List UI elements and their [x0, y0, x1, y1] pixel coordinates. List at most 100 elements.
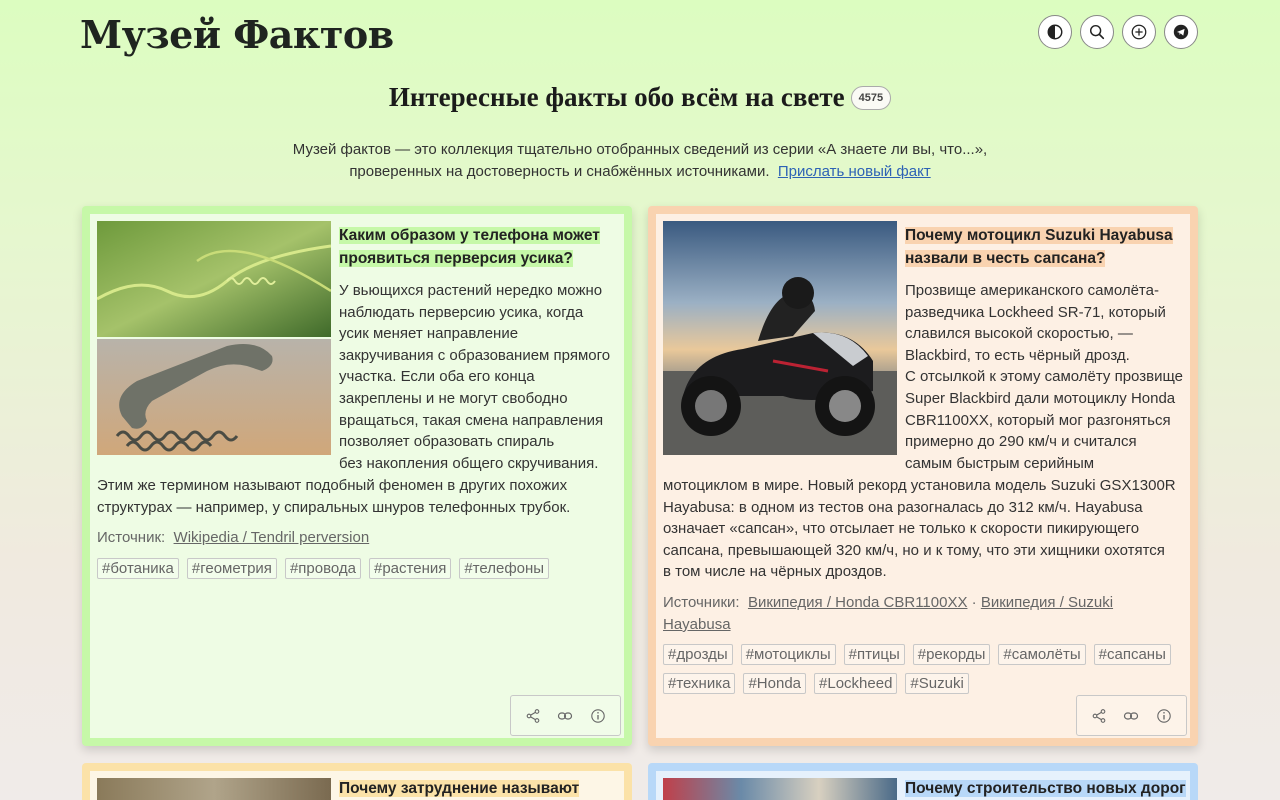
tag[interactable]: #провода: [284, 558, 361, 579]
body-line: без накопления общего скручивания.: [339, 454, 599, 472]
body-line: С отсылкой к этому самолёту прозвище: [905, 368, 1183, 386]
page-title-text: Интересные факты обо всём на свете: [388, 82, 845, 112]
fact-sources: Источник: Wikipedia / Tendril perversion: [97, 527, 369, 549]
fact-title-line-2: назвали в честь сапсана?: [905, 250, 1106, 267]
tag[interactable]: #рекорды: [912, 644, 991, 665]
fact-title[interactable]: Почему мотоцикл Suzuki Hayabusa назвали …: [905, 224, 1195, 270]
theme-toggle-button[interactable]: [1038, 15, 1072, 49]
share-button[interactable]: [1091, 708, 1107, 724]
fact-title-line-1: Почему затруднение называют: [339, 780, 580, 797]
body-line: структурах — например, у спиральных шнур…: [97, 498, 571, 516]
body-line: сапсана, превышающей 320 км/ч, но и к то…: [663, 541, 1165, 559]
body-line: позволяет образовать спираль: [339, 433, 555, 451]
fact-title-line-1: Почему строительство новых дорог: [905, 780, 1186, 797]
tag[interactable]: #дрозды: [663, 644, 733, 665]
fact-body-wrapped: У вьющихся растений нередко можно наблюд…: [339, 280, 629, 474]
search-icon: [1089, 24, 1105, 40]
fact-card: Почему затруднение называют: [82, 763, 632, 800]
tag[interactable]: #Honda: [743, 673, 807, 694]
body-line: в том числе на чёрных дроздов.: [663, 563, 887, 581]
fact-title[interactable]: Каким образом у телефона может проявитьс…: [339, 224, 629, 270]
tag[interactable]: #ботаника: [97, 558, 179, 579]
info-icon: [1157, 708, 1171, 723]
body-line: разведчика Lockheed SR-71, который: [905, 303, 1166, 321]
fact-title[interactable]: Почему строительство новых дорог: [905, 777, 1195, 800]
fact-image[interactable]: [663, 221, 897, 455]
body-line: закручивания с образованием прямого: [339, 346, 611, 364]
copy-link-button[interactable]: [557, 708, 573, 724]
fact-card-content: Почему затруднение называют: [90, 771, 624, 800]
body-line: означает «сапсан», что отсылает не тольк…: [663, 520, 1140, 538]
tag[interactable]: #телефоны: [459, 558, 550, 579]
search-button[interactable]: [1080, 15, 1114, 49]
share-icon: [1092, 708, 1106, 723]
fact-image[interactable]: [97, 221, 331, 455]
sources-label: Источники:: [663, 594, 740, 611]
site-header: Музей Фактов: [80, 10, 1200, 60]
copy-link-button[interactable]: [1123, 708, 1139, 724]
body-line: вращаться, такая смена направления: [339, 411, 604, 429]
link-icon: [1124, 711, 1139, 720]
add-fact-button[interactable]: [1122, 15, 1156, 49]
fact-body-wrapped: Прозвище американского самолёта- разведч…: [905, 280, 1195, 474]
sources-label: Источник:: [97, 529, 166, 546]
fact-card: Почему строительство новых дорог: [648, 763, 1198, 800]
tag[interactable]: #Lockheed: [814, 673, 898, 694]
tag[interactable]: #сапсаны: [1093, 644, 1171, 665]
source-link[interactable]: Википедия / Honda CBR1100XX: [748, 594, 968, 611]
source-link[interactable]: Wikipedia / Tendril perversion: [174, 529, 370, 546]
source-link[interactable]: Hayabusa: [663, 616, 731, 633]
link-icon: [558, 711, 573, 720]
fact-image[interactable]: [97, 778, 331, 800]
fact-actions: [1076, 695, 1187, 736]
body-line: Blackbird, то есть чёрный дрозд.: [905, 346, 1130, 364]
share-icon: [526, 708, 540, 723]
intro-section: Интересные факты обо всём на свете 4575 …: [0, 82, 1280, 183]
body-line: усик меняет направление: [339, 325, 519, 343]
fact-tags: #ботаника #геометрия #провода #растения …: [97, 558, 627, 579]
fact-body-full: мотоциклом в мире. Новый рекорд установи…: [663, 475, 1193, 583]
share-button[interactable]: [525, 708, 541, 724]
source-link[interactable]: Википедия / Suzuki: [981, 594, 1113, 611]
tag[interactable]: #птицы: [843, 644, 905, 665]
fact-actions: [510, 695, 621, 736]
fact-title-line-1: Каким образом у телефона может: [339, 227, 600, 244]
body-line: Super Blackbird дали мотоциклу Honda: [905, 389, 1176, 407]
tag[interactable]: #самолёты: [998, 644, 1086, 665]
fact-tags: #дрозды #мотоциклы #птицы #рекорды #само…: [663, 644, 1193, 694]
body-line: участка. Если оба его конца: [339, 368, 535, 386]
telegram-icon: [1173, 24, 1189, 40]
fact-title[interactable]: Почему затруднение называют: [339, 777, 629, 800]
info-icon: [591, 708, 605, 723]
fact-card: Почему мотоцикл Suzuki Hayabusa назвали …: [648, 206, 1198, 746]
fact-card-content: Почему мотоцикл Suzuki Hayabusa назвали …: [656, 214, 1190, 738]
intro-line-1: Музей фактов — это коллекция тщательно о…: [292, 141, 988, 158]
body-line: Прозвище американского самолёта-: [905, 282, 1159, 299]
submit-fact-link[interactable]: Прислать новый факт: [778, 163, 931, 180]
add-icon: [1131, 24, 1147, 40]
info-button[interactable]: [590, 708, 606, 724]
tag[interactable]: #растения: [369, 558, 452, 579]
body-line: Hayabusa: в одном из тестов она разогнал…: [663, 498, 1143, 516]
tag[interactable]: #Suzuki: [905, 673, 969, 694]
fact-title-line-1: Почему мотоцикл Suzuki Hayabusa: [905, 227, 1173, 244]
fact-image[interactable]: [663, 778, 897, 800]
body-line: наблюдать перверсию усика, когда: [339, 303, 584, 321]
info-button[interactable]: [1156, 708, 1172, 724]
header-buttons: [1038, 15, 1198, 49]
tag[interactable]: #мотоциклы: [740, 644, 836, 665]
tag[interactable]: #техника: [663, 673, 736, 694]
page-title: Интересные факты обо всём на свете 4575: [388, 82, 892, 113]
intro-line-2: проверенных на достоверность и снабжённы…: [349, 163, 770, 180]
body-line: мотоциклом в мире. Новый рекорд установи…: [663, 477, 1176, 494]
telegram-button[interactable]: [1164, 15, 1198, 49]
body-line: самым быстрым серийным: [905, 454, 1095, 472]
tag[interactable]: #геометрия: [186, 558, 277, 579]
fact-card-content: Почему строительство новых дорог: [656, 771, 1190, 800]
body-line: примерно до 290 км/ч и считался: [905, 433, 1137, 451]
body-line: CBR1100XX, который мог разгоняться: [905, 411, 1171, 429]
theme-toggle-icon: [1047, 24, 1063, 40]
site-logo[interactable]: Музей Фактов: [80, 12, 394, 57]
body-line: У вьющихся растений нередко можно: [339, 282, 603, 299]
fact-body-full: Этим же термином называют подобный феном…: [97, 475, 627, 518]
